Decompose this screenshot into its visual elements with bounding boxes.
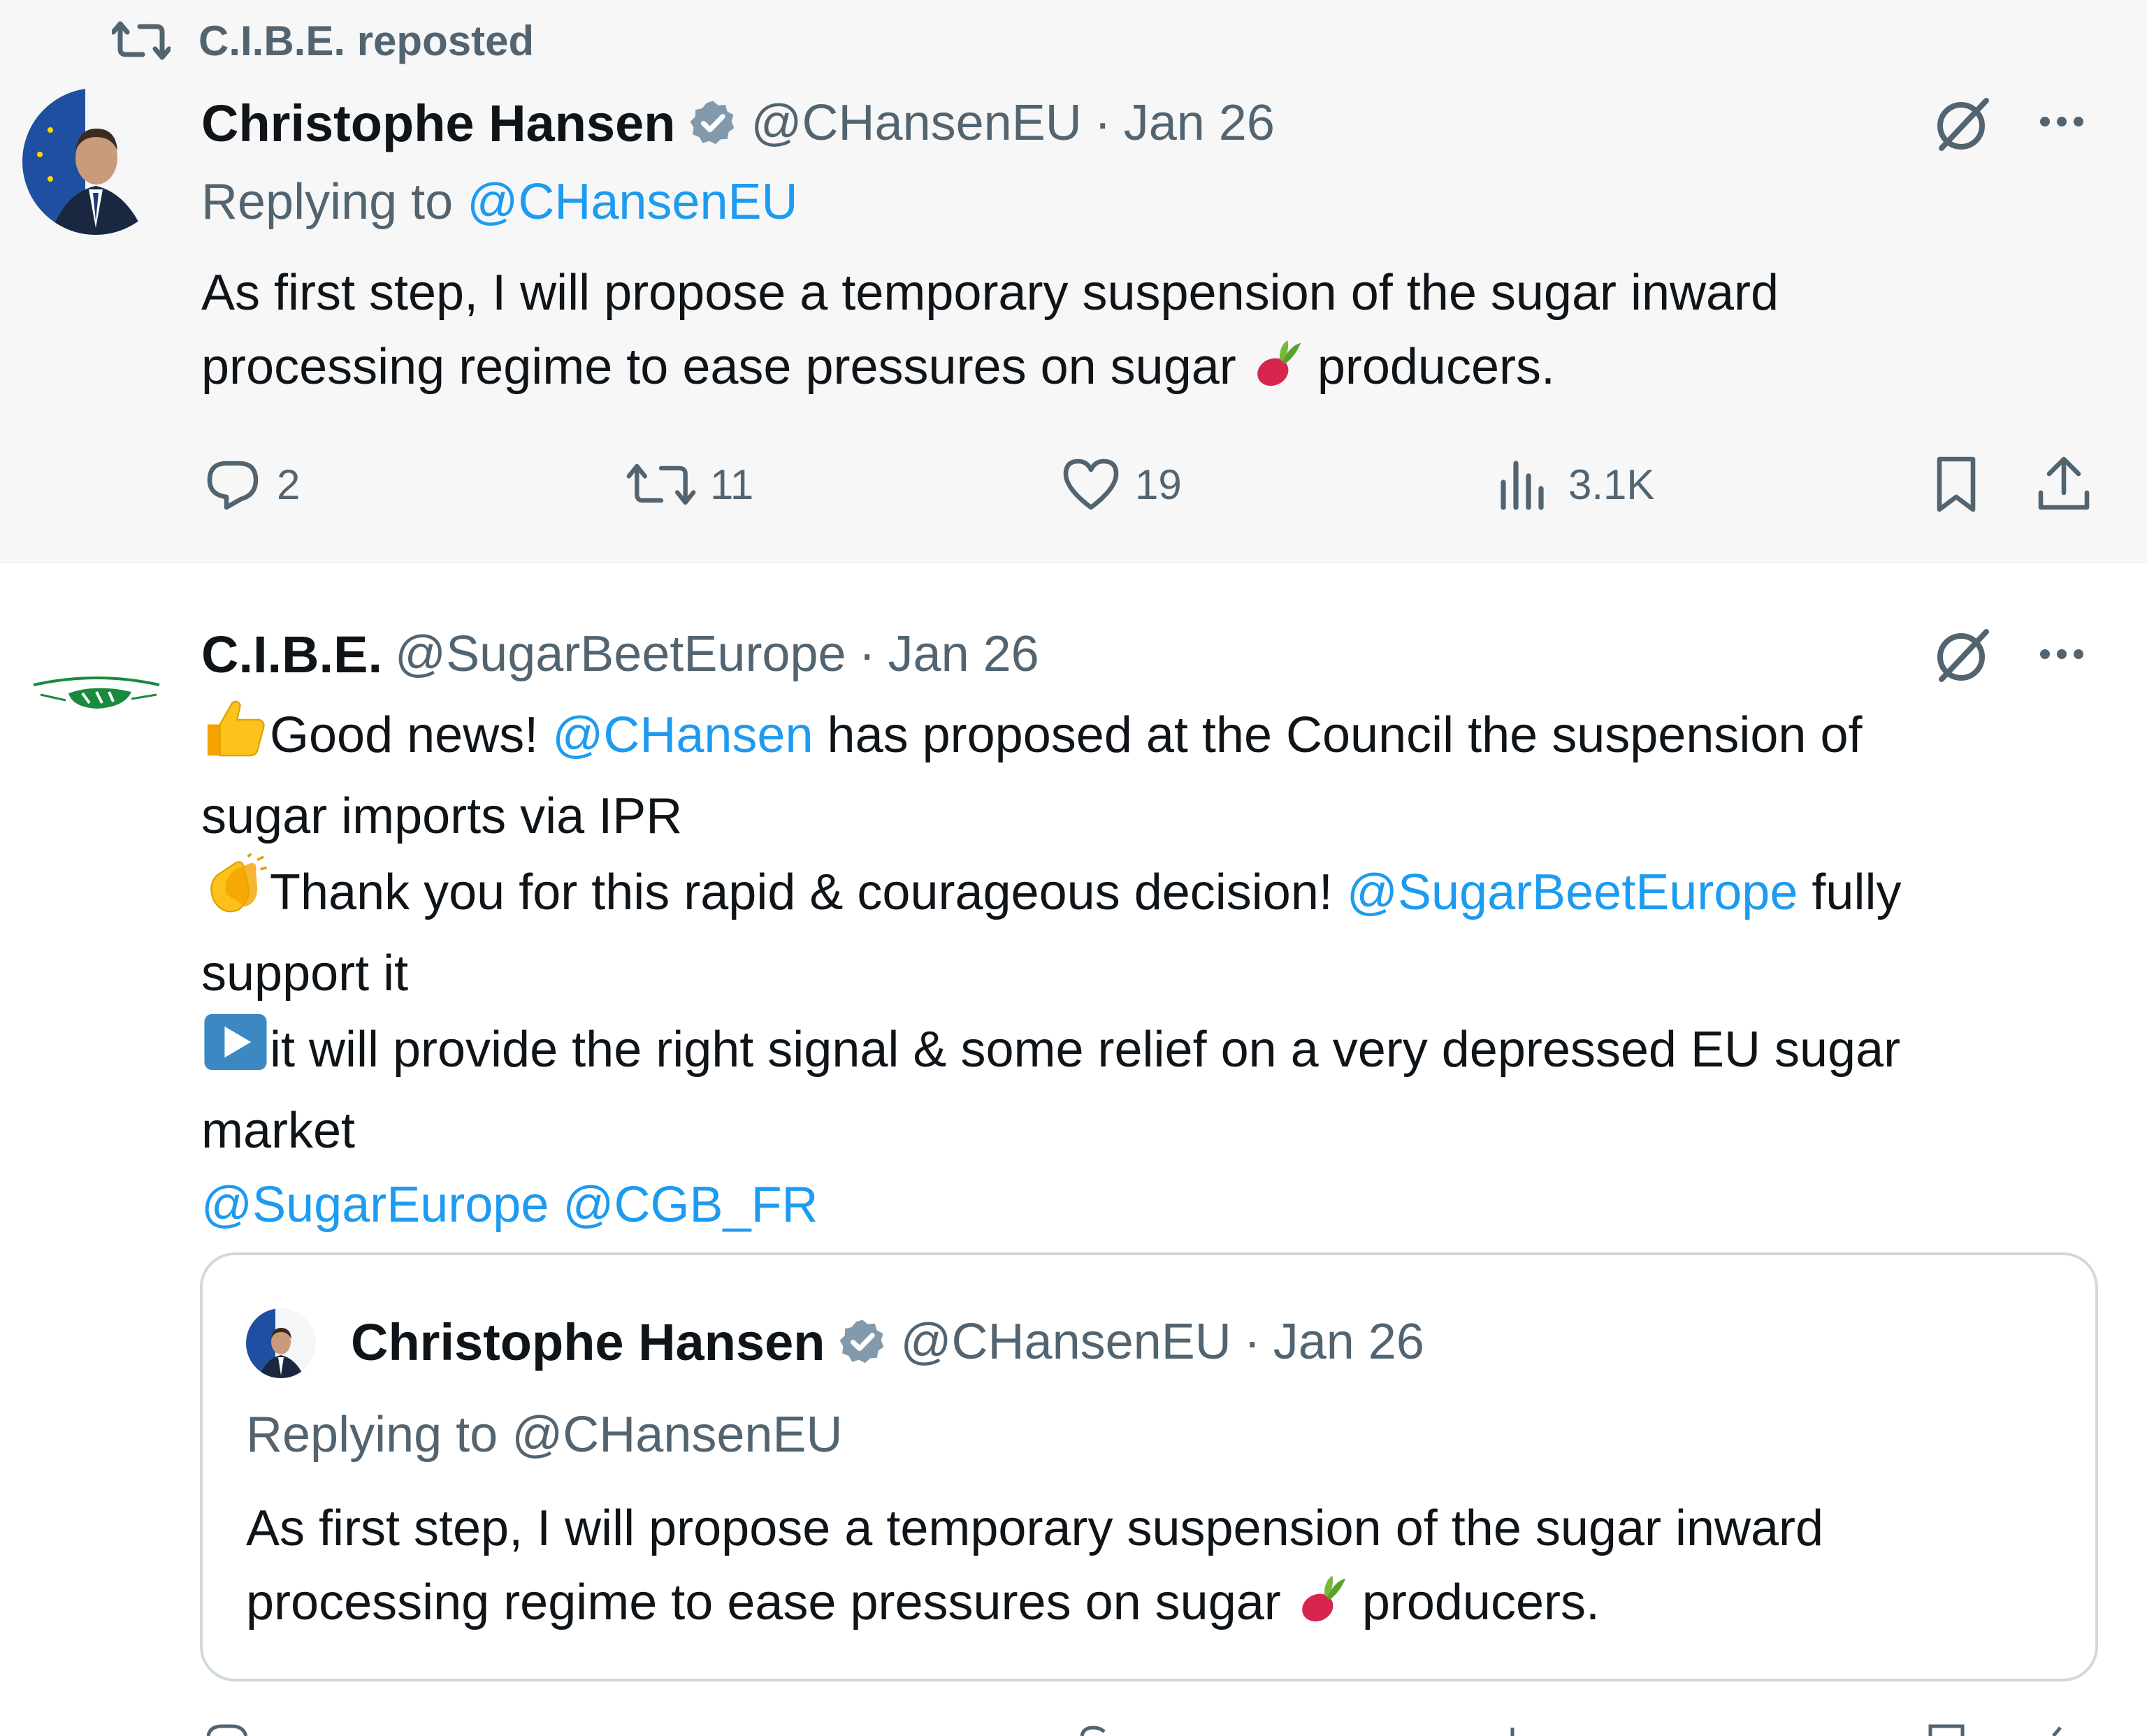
quote-header: Christophe Hansen @CHansenEU · Jan 26: [351, 1307, 1424, 1377]
author-handle[interactable]: @CHansenEU: [751, 94, 1081, 152]
beet-emoji-icon: [1295, 1572, 1348, 1647]
tweet-text-line: Good news! @CHansen has proposed at the …: [201, 696, 2116, 779]
repost-icon: [112, 18, 171, 63]
author-name: Christophe Hansen: [351, 1312, 825, 1371]
analytics-icon: [1493, 453, 1556, 516]
tweet-text-line: it will provide the right signal & some …: [201, 1011, 2116, 1094]
tweet-date[interactable]: Jan 26: [888, 625, 1039, 683]
like-button[interactable]: 19: [1060, 453, 1182, 516]
more-options-icon[interactable]: [2034, 105, 2090, 138]
author-name[interactable]: Christophe Hansen: [201, 94, 675, 153]
tweet-text-fragment: has proposed at the Council the suspensi…: [827, 707, 1863, 763]
tweet-text-fragment: fully: [1812, 865, 1902, 920]
author-handle: @CHansenEU: [900, 1314, 1231, 1370]
views-count: 3.1K: [1568, 461, 1655, 508]
mention-link[interactable]: @SugarEurope: [201, 1177, 549, 1233]
tweet-text-fragment: producers.: [1317, 339, 1555, 395]
thumbs-up-emoji-icon: [201, 696, 270, 779]
grok-icon[interactable]: [1928, 621, 1997, 690]
verified-badge-icon: [688, 98, 738, 148]
repost-icon: [625, 453, 697, 516]
quoted-tweet-card[interactable]: Christophe Hansen @CHansenEU · Jan 26 Re…: [200, 1252, 2098, 1681]
mention-link[interactable]: @SugarBeetEurope: [1347, 865, 1798, 920]
reply-button[interactable]: 2: [201, 453, 300, 516]
tweet-text-fragment: it will provide the right signal & some …: [270, 1022, 1901, 1078]
repost-button[interactable]: 11: [625, 453, 753, 516]
author-name[interactable]: C.I.B.E.: [201, 625, 382, 684]
replying-to: Replying to @CHansenEU: [246, 1407, 843, 1463]
avatar[interactable]: [27, 657, 166, 720]
tweet-text: As first step, I will propose a temporar…: [201, 256, 2102, 411]
heart-icon: [1060, 453, 1122, 516]
verified-badge-icon: [837, 1317, 888, 1367]
mention-link[interactable]: @CHansen: [552, 707, 813, 763]
clapping-hands-emoji-icon: [201, 853, 270, 936]
tweet-actions: 2 11 19 3.1K: [201, 453, 2116, 516]
share-icon[interactable]: [2032, 453, 2095, 516]
like-count: 19: [1135, 461, 1182, 508]
replying-handle-link[interactable]: @CHansenEU: [467, 174, 797, 230]
tweet-date[interactable]: Jan 26: [1124, 94, 1275, 152]
tweet-text-line: sugar imports via IPR: [201, 788, 683, 844]
beet-emoji-icon: [1250, 337, 1303, 411]
replying-prefix: Replying to: [201, 174, 454, 230]
tweet-date: Jan 26: [1273, 1314, 1424, 1370]
mention-link[interactable]: @CGB_FR: [563, 1177, 818, 1233]
repost-label: C.I.B.E. reposted: [198, 17, 535, 64]
reply-count: 2: [277, 461, 301, 508]
tweet-text-line: As first step, I will propose a temporar…: [246, 1500, 1824, 1556]
reply-icon: [201, 453, 264, 516]
tweet-text-line: Thank you for this rapid & courageous de…: [201, 853, 2116, 936]
repost-indicator: C.I.B.E. reposted: [112, 13, 534, 68]
reposted-tweet[interactable]: C.I.B.E. reposted Christophe Hansen @CHa…: [0, 0, 2147, 563]
tweet-text: Good news! @CHansen has proposed at the …: [201, 696, 2116, 1242]
separator-dot: ·: [1243, 1314, 1261, 1370]
views-button[interactable]: 3.1K: [1493, 453, 1654, 516]
separator-dot: ·: [1094, 95, 1111, 151]
tweet-header: C.I.B.E. @SugarBeetEurope · Jan 26: [201, 619, 1039, 689]
avatar[interactable]: [22, 88, 169, 235]
play-button-emoji-icon: [201, 1011, 270, 1094]
tweet-header: Christophe Hansen @CHansenEU · Jan 26: [201, 88, 1275, 158]
repost-count: 11: [710, 461, 754, 508]
bookmark-icon[interactable]: [1925, 453, 1988, 516]
tweet-text-fragment: Thank you for this rapid & courageous de…: [270, 865, 1333, 920]
tweet-text-line: processing regime to ease pressures on s…: [246, 1565, 2084, 1647]
tweet-text-fragment: processing regime to ease pressures on s…: [201, 339, 1236, 395]
tweet-text-line: support it: [201, 946, 409, 1001]
tweet-text-line: processing regime to ease pressures on s…: [201, 330, 2102, 411]
tweet-text-line: As first step, I will propose a temporar…: [201, 265, 1779, 321]
grok-icon[interactable]: [1928, 89, 1997, 159]
more-options-icon[interactable]: [2034, 637, 2090, 671]
avatar: [246, 1308, 316, 1378]
tweet-text-fragment: Good news!: [270, 707, 539, 763]
tweet-text-fragment: producers.: [1361, 1575, 1600, 1630]
replying-to: Replying to @CHansenEU: [201, 173, 798, 231]
author-handle[interactable]: @SugarBeetEurope: [395, 625, 846, 683]
separator-dot: ·: [858, 626, 876, 682]
action-bar-partial: [201, 1723, 2116, 1736]
quote-text: As first step, I will propose a temporar…: [246, 1491, 2084, 1647]
tweet-text-line: market: [201, 1103, 356, 1159]
tweet-text-fragment: processing regime to ease pressures on s…: [246, 1575, 1281, 1630]
tweet-text-line: @SugarEurope @CGB_FR: [201, 1168, 2116, 1242]
